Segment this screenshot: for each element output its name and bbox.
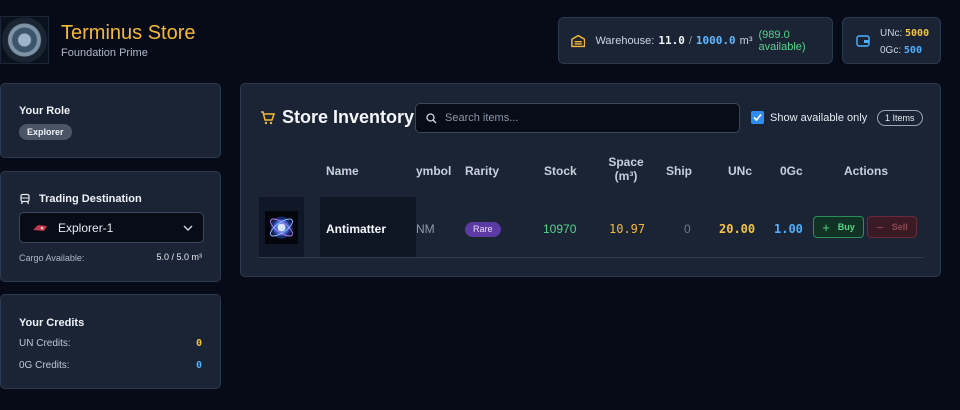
wallet-icon xyxy=(856,35,870,47)
warehouse-used: 11.0 xyxy=(658,34,685,47)
buy-label: Buy xyxy=(837,222,855,232)
warehouse-label: Warehouse: xyxy=(595,34,655,47)
warehouse-status: Warehouse: 11.0 / 1000.0 m³ (989.0 avail… xyxy=(558,17,833,64)
plus-icon: + xyxy=(822,219,830,235)
minus-icon: − xyxy=(876,219,884,235)
role-badge: Explorer xyxy=(19,124,72,140)
col-stock[interactable]: Stock xyxy=(544,164,577,178)
role-card: Your Role Explorer xyxy=(0,83,221,158)
inventory-panel: Store Inventory Show available only 1 It… xyxy=(240,83,941,277)
search-icon xyxy=(426,113,437,124)
col-space-unit: (m³) xyxy=(614,169,638,183)
search-input[interactable] xyxy=(445,104,735,132)
warehouse-capacity: 1000.0 xyxy=(695,34,736,47)
col-symbol[interactable]: ymbol xyxy=(416,164,451,178)
un-credits-label: UN Credits: xyxy=(19,338,71,349)
available-only-label[interactable]: Show available only xyxy=(770,112,867,124)
rarity-badge: Rare xyxy=(465,222,501,237)
store-location: Foundation Prime xyxy=(61,47,148,59)
og-credits-label: 0G Credits: xyxy=(19,360,70,371)
trading-destination-card: Trading Destination Explorer-1 Cargo Ava… xyxy=(0,171,221,282)
shuttle-icon xyxy=(20,193,30,205)
items-count-badge: 1 Items xyxy=(877,110,923,126)
warehouse-icon xyxy=(571,34,586,47)
wallet-balance: UNc: 5000 0Gc: 500 xyxy=(842,17,941,64)
ogc-balance: 500 xyxy=(903,45,922,56)
chevron-down-icon xyxy=(183,225,193,231)
antimatter-icon xyxy=(265,211,298,244)
col-rarity[interactable]: Rarity xyxy=(465,164,499,178)
warehouse-unit: m³ xyxy=(739,34,753,47)
item-space: 10.97 xyxy=(609,222,646,236)
unc-balance: 5000 xyxy=(905,28,930,39)
warehouse-available: (989.0 available) xyxy=(758,28,806,53)
search-box xyxy=(415,103,740,133)
item-ogc-price: 1.00 xyxy=(774,222,803,236)
check-icon xyxy=(753,113,762,122)
og-credits-value: 0 xyxy=(195,360,202,371)
inventory-title: Store Inventory xyxy=(282,107,415,127)
destination-title: Trading Destination xyxy=(39,193,142,205)
col-space[interactable]: Space (m³) xyxy=(608,155,644,183)
item-ship: 0 xyxy=(684,222,691,236)
sell-label: Sell xyxy=(891,222,908,232)
item-stock: 10970 xyxy=(543,222,577,236)
buy-button[interactable]: + Buy xyxy=(813,216,864,238)
cargo-label: Cargo Available: xyxy=(19,253,85,263)
credits-card: Your Credits UN Credits: 0 0G Credits: 0 xyxy=(0,294,221,389)
sell-button[interactable]: − Sell xyxy=(867,216,917,238)
col-space-label: Space xyxy=(608,155,644,169)
ship-icon xyxy=(33,224,47,231)
item-image-cell xyxy=(259,197,304,258)
store-logo xyxy=(0,16,49,64)
col-actions: Actions xyxy=(844,164,889,178)
col-ship[interactable]: Ship xyxy=(666,164,692,178)
available-only-checkbox[interactable] xyxy=(751,111,764,124)
destination-select[interactable]: Explorer-1 xyxy=(19,212,204,243)
ogc-label: 0Gc: xyxy=(880,45,902,56)
un-credits-value: 0 xyxy=(195,338,202,349)
item-name: Antimatter xyxy=(326,222,387,236)
col-ogc[interactable]: 0Gc xyxy=(780,164,803,178)
destination-value: Explorer-1 xyxy=(58,220,114,235)
col-unc[interactable]: UNc xyxy=(728,164,752,178)
store-title: Terminus Store xyxy=(61,22,196,44)
row-divider xyxy=(258,257,924,258)
cart-icon xyxy=(261,111,275,125)
role-title: Your Role xyxy=(19,105,71,117)
col-name[interactable]: Name xyxy=(326,164,359,178)
item-unc-price: 20.00 xyxy=(719,222,756,236)
item-symbol: NM xyxy=(416,222,435,236)
credits-title: Your Credits xyxy=(19,317,85,329)
cargo-value: 5.0 / 5.0 m³ xyxy=(156,252,202,262)
unc-label: UNc: xyxy=(880,28,903,39)
